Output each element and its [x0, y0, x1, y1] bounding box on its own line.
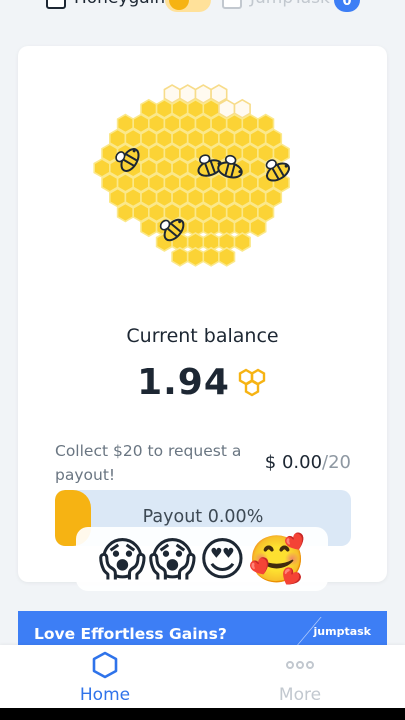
balance-value: 1.94 — [137, 362, 230, 403]
balance-label: Current balance — [126, 325, 279, 347]
reaction-overlay: 😱 😱 😍 🥰 — [76, 527, 328, 591]
payout-current: $ 0.00 — [264, 452, 323, 473]
more-dots-icon — [286, 661, 314, 669]
honeycomb-illustration — [93, 84, 290, 267]
heart-eyes-emoji: 😍 — [198, 532, 247, 586]
jumptask-app-tab[interactable]: JumpTask — [222, 0, 330, 9]
hexagon-icon — [92, 651, 118, 679]
honeycomb-cell — [171, 246, 189, 267]
nav-home[interactable]: Home — [45, 651, 165, 705]
balance-card: Current balance 1.94 Collect $20 to requ… — [18, 46, 387, 582]
wallet-icon — [222, 0, 242, 9]
toggle-knob — [169, 0, 189, 10]
jumptask-label: JumpTask — [250, 0, 330, 8]
payout-progress-label: Payout 0.00% — [142, 507, 264, 527]
scream-emoji: 😱 — [98, 532, 147, 586]
top-app-switcher: Honeygain JumpTask 0 — [0, 0, 405, 18]
jumptask-logo: jumptask — [313, 625, 371, 638]
honeycomb-cell — [140, 217, 158, 238]
honeycomb-cell — [233, 232, 251, 252]
honeycomb-icon — [238, 368, 266, 396]
system-navigation-bar — [0, 708, 405, 720]
balance-row: 1.94 — [18, 362, 387, 403]
honeycomb-cell — [202, 246, 220, 267]
nav-more[interactable]: More — [240, 651, 360, 705]
honeygain-label: Honeygain — [74, 0, 165, 8]
nav-more-label: More — [278, 685, 322, 705]
promo-text: Love Effortless Gains? — [34, 625, 227, 643]
payout-amount: $ 0.00/20 — [265, 452, 351, 473]
smiling-hearts-emoji: 🥰 — [248, 532, 306, 586]
honeycomb-cell — [186, 246, 205, 267]
honeygain-app-tab[interactable]: Honeygain — [46, 0, 165, 9]
scream-emoji: 😱 — [148, 532, 197, 586]
app-toggle[interactable] — [165, 0, 211, 12]
honeycomb-cell — [218, 246, 236, 267]
bottom-navigation: Home More — [0, 645, 405, 708]
payout-goal: /20 — [322, 452, 351, 473]
honeycomb-cell — [116, 202, 135, 223]
collect-instructions: Collect $20 to request a payout! — [55, 442, 242, 484]
nav-home-label: Home — [79, 685, 131, 705]
jumptask-badge: 0 — [334, 0, 360, 12]
honeycomb-cell — [249, 217, 267, 238]
promo-decoration — [236, 617, 322, 647]
wallet-icon — [46, 0, 66, 9]
